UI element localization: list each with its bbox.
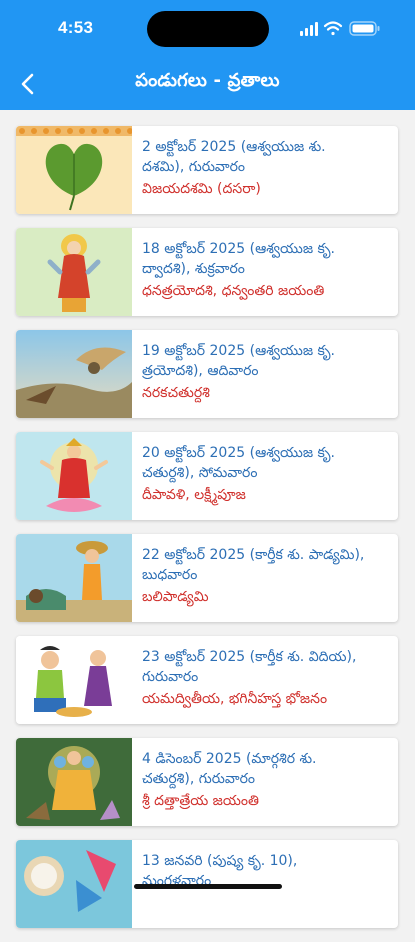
app-header: 4:53 పండుగలు - వ్రతాలు bbox=[0, 0, 415, 110]
festival-name: దీపావళి, లక్ష్మీపూజ bbox=[142, 487, 246, 503]
festival-card[interactable]: 22 అక్టోబర్ 2025 (కార్తీక శు. పాడ్యమి), … bbox=[16, 534, 398, 622]
festival-info: 4 డిసెంబర్ 2025 (మార్గశిర శు. చతుర్దశి),… bbox=[142, 749, 392, 812]
festival-date-cont: త్రయోదశి), ఆదివారం bbox=[142, 363, 259, 379]
lakshmi-image bbox=[16, 432, 132, 520]
festival-info: 18 అక్టోబర్ 2025 (ఆశ్వయుజ కృ. ద్వాదశి), … bbox=[142, 239, 392, 302]
festival-card[interactable]: 19 అక్టోబర్ 2025 (ఆశ్వయుజ కృ. త్రయోదశి),… bbox=[16, 330, 398, 418]
festival-date: 23 అక్టోబర్ 2025 (కార్తీక శు. విదియ), bbox=[142, 649, 357, 665]
battery-icon bbox=[349, 21, 380, 36]
festival-date: 20 అక్టోబర్ 2025 (ఆశ్వయుజ కృ. bbox=[142, 445, 335, 461]
festival-date-cont: బుధవారం bbox=[142, 567, 198, 583]
dynamic-island bbox=[147, 11, 269, 47]
festival-date: 22 అక్టోబర్ 2025 (కార్తీక శు. పాడ్యమి), bbox=[142, 547, 365, 563]
festival-card[interactable]: 20 అక్టోబర్ 2025 (ఆశ్వయుజ కృ. చతుర్దశి),… bbox=[16, 432, 398, 520]
dattatreya-image bbox=[16, 738, 132, 826]
signal-icon bbox=[300, 22, 318, 36]
festival-name: విజయదశమి (దసరా) bbox=[142, 181, 261, 197]
status-time: 4:53 bbox=[58, 18, 94, 37]
festival-date-cont: చతుర్దశి), గురువారం bbox=[142, 771, 255, 787]
festival-date: 4 డిసెంబర్ 2025 (మార్గశిర శు. bbox=[142, 751, 317, 767]
festival-name: నరకచతుర్దశి bbox=[142, 385, 210, 401]
festival-date-cont: గురువారం bbox=[142, 669, 199, 685]
festival-list: 2 అక్టోబర్ 2025 (ఆశ్వయుజ శు. దశమి), గురు… bbox=[16, 126, 398, 942]
bali-image bbox=[16, 534, 132, 622]
leaf-image bbox=[16, 126, 132, 214]
battle-image bbox=[16, 330, 132, 418]
festival-date: 13 జనవరి (పుష్య కృ. 10), bbox=[142, 853, 298, 869]
festival-info: 20 అక్టోబర్ 2025 (ఆశ్వయుజ కృ. చతుర్దశి),… bbox=[142, 443, 392, 506]
festival-date-cont: దశమి), గురువారం bbox=[142, 159, 245, 175]
festival-card[interactable]: 18 అక్టోబర్ 2025 (ఆశ్వయుజ కృ. ద్వాదశి), … bbox=[16, 228, 398, 316]
bhogi-image bbox=[16, 840, 132, 928]
page-title: పండుగలు - వ్రతాలు bbox=[135, 70, 280, 91]
festival-name: శ్రీ దత్తాత్రేయ జయంతి bbox=[142, 793, 259, 809]
festival-date: 19 అక్టోబర్ 2025 (ఆశ్వయుజ కృ. bbox=[142, 343, 335, 359]
festival-date-cont: ద్వాదశి), శుక్రవారం bbox=[142, 261, 245, 277]
festival-date: 2 అక్టోబర్ 2025 (ఆశ్వయుజ శు. bbox=[142, 139, 326, 155]
festival-card[interactable]: 2 అక్టోబర్ 2025 (ఆశ్వయుజ శు. దశమి), గురు… bbox=[16, 126, 398, 214]
festival-info: 23 అక్టోబర్ 2025 (కార్తీక శు. విదియ), గు… bbox=[142, 647, 392, 710]
festival-card[interactable]: 23 అక్టోబర్ 2025 (కార్తీక శు. విదియ), గు… bbox=[16, 636, 398, 724]
festival-name: బలిపాడ్యమి bbox=[142, 589, 209, 605]
festival-info: 2 అక్టోబర్ 2025 (ఆశ్వయుజ శు. దశమి), గురు… bbox=[142, 137, 392, 200]
wifi-icon bbox=[323, 21, 343, 36]
festival-info: 22 అక్టోబర్ 2025 (కార్తీక శు. పాడ్యమి), … bbox=[142, 545, 392, 608]
festival-card[interactable]: 4 డిసెంబర్ 2025 (మార్గశిర శు. చతుర్దశి),… bbox=[16, 738, 398, 826]
festival-info: 19 అక్టోబర్ 2025 (ఆశ్వయుజ కృ. త్రయోదశి),… bbox=[142, 341, 392, 404]
siblings-image bbox=[16, 636, 132, 724]
festival-date: 18 అక్టోబర్ 2025 (ఆశ్వయుజ కృ. bbox=[142, 241, 335, 257]
festival-name: యమద్వితీయ, భగినీహస్త భోజనం bbox=[142, 691, 328, 707]
status-icons bbox=[300, 17, 392, 39]
festival-name: ధనత్రయోదశి, ధన్వంతరి జయంతి bbox=[142, 283, 325, 299]
festival-date-cont: చతుర్దశి), సోమవారం bbox=[142, 465, 258, 481]
home-indicator[interactable] bbox=[134, 884, 282, 889]
dhanvantari-image bbox=[16, 228, 132, 316]
